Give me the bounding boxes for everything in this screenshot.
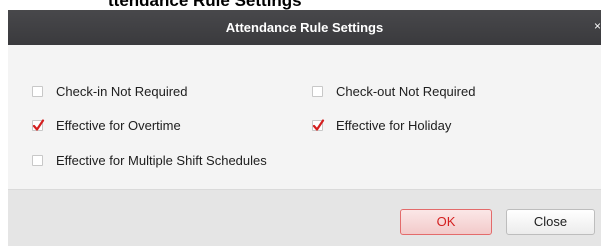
checkbox-label: Effective for Multiple Shift Schedules [56, 152, 267, 168]
dialog-titlebar: Attendance Rule Settings × [8, 10, 601, 45]
checkbox-effective-for-holiday[interactable]: Effective for Holiday [312, 116, 451, 134]
checkbox-label: Check-in Not Required [56, 83, 188, 99]
close-button[interactable]: Close [506, 209, 595, 235]
dialog-footer: OK Close [8, 190, 601, 246]
checkbox-check-in-not-required[interactable]: Check-in Not Required [32, 82, 188, 100]
checkmark-icon [32, 118, 45, 131]
checkbox-box[interactable] [32, 85, 43, 97]
checkbox-box[interactable] [312, 85, 323, 97]
background-heading-text: ttendance Rule Settings [108, 0, 302, 10]
background-heading-fragment: ttendance Rule Settings [0, 0, 601, 10]
checkbox-box[interactable] [32, 118, 45, 131]
checkbox-label: Effective for Holiday [336, 117, 452, 133]
checkbox-label: Effective for Overtime [56, 117, 181, 133]
checkmark-icon [312, 118, 325, 131]
options-panel: Check-in Not Required Check-out Not Requ… [8, 45, 601, 189]
checkbox-box[interactable] [32, 154, 43, 166]
checkbox-check-out-not-required[interactable]: Check-out Not Required [312, 82, 475, 100]
close-icon[interactable]: × [589, 10, 601, 43]
checkbox-effective-for-overtime[interactable]: Effective for Overtime [32, 116, 181, 134]
checkbox-box[interactable] [312, 118, 325, 131]
checkbox-label: Check-out Not Required [336, 83, 476, 99]
checkbox-effective-for-multiple-shift-schedules[interactable]: Effective for Multiple Shift Schedules [32, 151, 267, 169]
ok-button[interactable]: OK [400, 209, 492, 235]
dialog-title: Attendance Rule Settings [225, 20, 384, 35]
attendance-rule-settings-dialog: Attendance Rule Settings × Check-in Not … [8, 10, 601, 246]
